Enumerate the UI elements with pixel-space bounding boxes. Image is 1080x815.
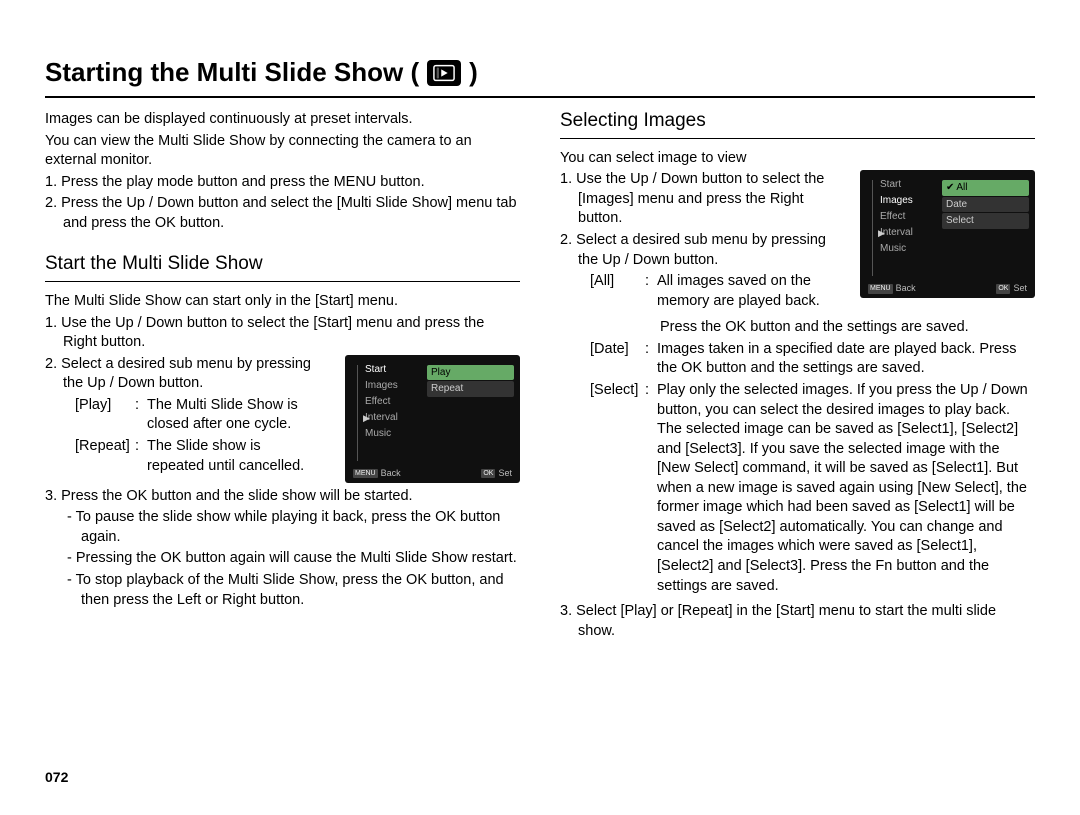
def-label: [Date] [590, 340, 645, 379]
intro-step: 1. Press the play mode button and press … [45, 173, 520, 193]
submenu-option: Select [942, 213, 1029, 229]
menu-list: Start Images Effect ▶ Interval Music [866, 178, 936, 278]
definition-date: [Date] : Images taken in a specified dat… [560, 340, 1035, 379]
step-text: 2. Select a desired sub menu by pressing… [560, 231, 845, 270]
menu-key-icon: MENU [868, 284, 893, 293]
left-column: Images can be displayed continuously at … [45, 108, 520, 643]
submenu-list: ✔All Date Select [942, 178, 1029, 278]
section-heading-start: Start the Multi Slide Show [45, 251, 520, 282]
submenu-option: ✔All [942, 180, 1029, 196]
menu-key-icon: MENU [353, 469, 378, 478]
definition-all: [All] : All images saved on the memory a… [560, 272, 845, 311]
ok-key-icon: OK [481, 469, 495, 478]
def-label: [Repeat] [75, 437, 135, 476]
submenu-option: Repeat [427, 381, 514, 397]
def-desc: Play only the selected images. If you pr… [657, 381, 1035, 596]
def-desc: Images taken in a specified date are pla… [657, 340, 1035, 379]
step-text: 3. Press the OK button and the slide sho… [45, 487, 520, 507]
definition-select: [Select] : Play only the selected images… [560, 381, 1035, 596]
right-column: Selecting Images You can select image to… [560, 108, 1035, 643]
substep-text: - Pressing the OK button again will caus… [45, 549, 520, 569]
content-columns: Images can be displayed continuously at … [45, 108, 1035, 643]
section-heading-selecting: Selecting Images [560, 108, 1035, 139]
def-desc: The Slide show is repeated until cancell… [147, 437, 315, 476]
def-desc: The Multi Slide Show is closed after one… [147, 396, 315, 435]
menu-item: Start [880, 178, 936, 192]
intro-step: 2. Press the Up / Down button and select… [45, 194, 520, 233]
play-icon: ▶ [363, 411, 370, 425]
definition-repeat: [Repeat] : The Slide show is repeated un… [45, 437, 315, 476]
def-label: [Select] [590, 381, 645, 596]
submenu-option: Play [427, 365, 514, 381]
page-title: Starting the Multi Slide Show ( ) [45, 55, 1035, 98]
step-text: 1. Use the Up / Down button to select th… [560, 170, 845, 229]
def-continued: Press the OK button and the settings are… [560, 318, 1035, 338]
menu-item: Images [365, 379, 421, 393]
page-number: 072 [45, 768, 68, 787]
menu-item: Music [365, 427, 421, 441]
step-text: 3. Select [Play] or [Repeat] in the [Sta… [560, 602, 1035, 641]
slideshow-icon [427, 60, 461, 86]
camera-screenshot-start: Start Images Effect ▶ Interval Music Pla… [345, 355, 520, 483]
menu-item: ▶ Interval [880, 226, 936, 240]
step-text: 1. Use the Up / Down button to select th… [45, 314, 520, 353]
menu-item: Music [880, 242, 936, 256]
section-lead: You can select image to view [560, 149, 1035, 169]
ok-key-icon: OK [996, 284, 1010, 293]
def-label: [Play] [75, 396, 135, 435]
menu-list: Start Images Effect ▶ Interval Music [351, 363, 421, 463]
intro-line: You can view the Multi Slide Show by con… [45, 132, 520, 171]
substep-text: - To pause the slide show while playing … [45, 508, 520, 547]
right-top-row: 1. Use the Up / Down button to select th… [560, 170, 1035, 320]
menu-item: Start [365, 363, 421, 377]
play-icon: ▶ [878, 226, 885, 240]
def-desc-short: All images saved on the memory are playe… [657, 272, 845, 311]
submenu-list: Play Repeat [427, 363, 514, 463]
menu-item: Images [880, 194, 936, 208]
definition-play: [Play] : The Multi Slide Show is closed … [45, 396, 315, 435]
step-text: 2. Select a desired sub menu by pressing… [45, 355, 315, 394]
screenshot-footer: MENUBack OKSet [351, 467, 514, 479]
step2-row: 2. Select a desired sub menu by pressing… [45, 355, 520, 485]
check-icon: ✔ [946, 182, 954, 193]
camera-screenshot-images: Start Images Effect ▶ Interval Music ✔Al… [860, 170, 1035, 298]
title-text: Starting the Multi Slide Show ( [45, 55, 419, 90]
def-label: [All] [590, 272, 645, 311]
section-lead: The Multi Slide Show can start only in t… [45, 292, 520, 312]
intro-line: Images can be displayed continuously at … [45, 110, 520, 130]
screenshot-footer: MENUBack OKSet [866, 282, 1029, 294]
menu-item: Effect [365, 395, 421, 409]
substep-text: - To stop playback of the Multi Slide Sh… [45, 571, 520, 610]
menu-item: ▶ Interval [365, 411, 421, 425]
manual-page: Starting the Multi Slide Show ( ) Images… [0, 0, 1080, 815]
menu-item: Effect [880, 210, 936, 224]
title-text-after: ) [469, 55, 478, 90]
submenu-option: Date [942, 197, 1029, 213]
